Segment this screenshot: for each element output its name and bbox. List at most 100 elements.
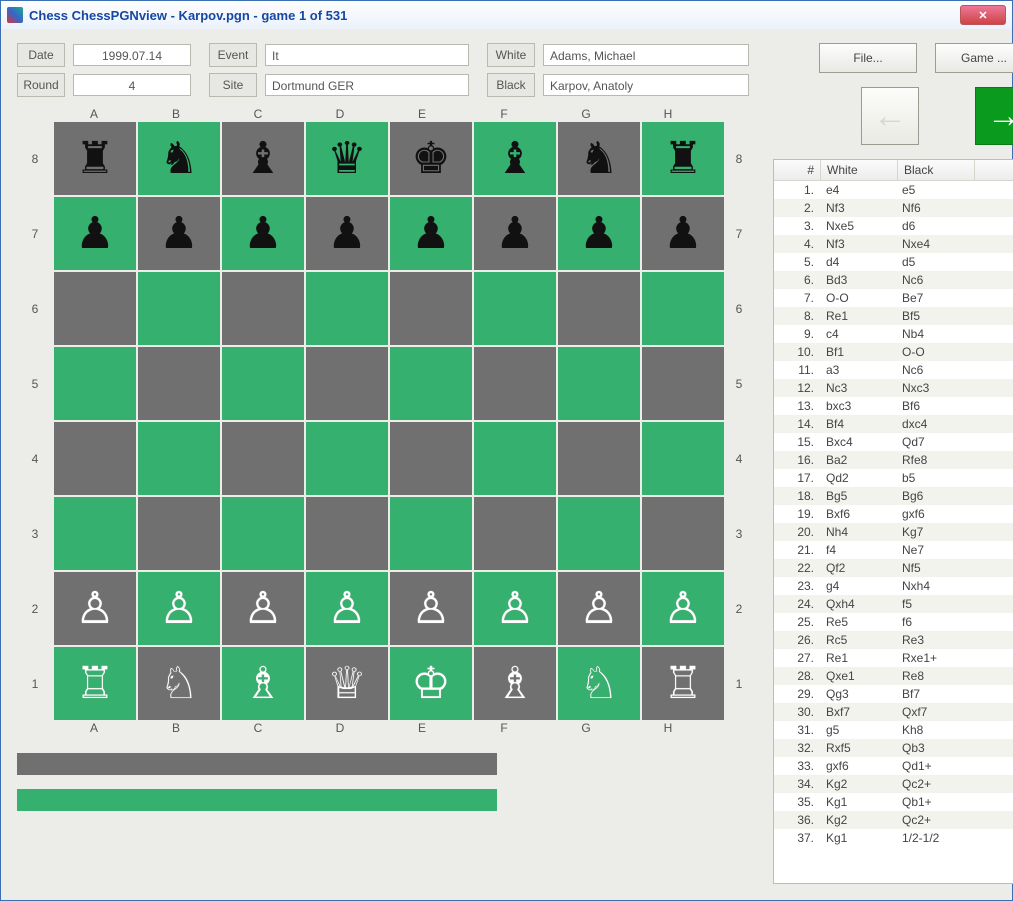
square[interactable] [474, 272, 556, 345]
white-move[interactable]: Kg2 [820, 811, 896, 829]
square[interactable] [558, 497, 640, 570]
black-move[interactable]: d6 [896, 217, 972, 235]
black-move[interactable]: gxf6 [896, 505, 972, 523]
move-row[interactable]: 28.Qxe1Re8 [774, 667, 1013, 685]
black-move[interactable]: Bf7 [896, 685, 972, 703]
square[interactable] [390, 347, 472, 420]
square[interactable] [642, 497, 724, 570]
move-row[interactable]: 19.Bxf6gxf6 [774, 505, 1013, 523]
square[interactable] [390, 497, 472, 570]
white-move[interactable]: bxc3 [820, 397, 896, 415]
square[interactable] [474, 347, 556, 420]
square[interactable]: ♞ [558, 122, 640, 195]
black-move[interactable]: Rfe8 [896, 451, 972, 469]
square[interactable]: ♘ [558, 647, 640, 720]
black-move[interactable]: Qb3 [896, 739, 972, 757]
square[interactable] [222, 497, 304, 570]
square[interactable]: ♟ [642, 197, 724, 270]
black-move[interactable]: Ne7 [896, 541, 972, 559]
white-move[interactable]: d4 [820, 253, 896, 271]
square[interactable] [306, 272, 388, 345]
white-move[interactable]: Rxf5 [820, 739, 896, 757]
white-move[interactable]: Kg1 [820, 793, 896, 811]
white-move[interactable]: Nf3 [820, 235, 896, 253]
square[interactable]: ♞ [138, 122, 220, 195]
move-row[interactable]: 10.Bf1O-O [774, 343, 1013, 361]
square[interactable] [222, 272, 304, 345]
black-move[interactable]: d5 [896, 253, 972, 271]
move-row[interactable]: 29.Qg3Bf7 [774, 685, 1013, 703]
white-move[interactable]: Rc5 [820, 631, 896, 649]
square[interactable] [222, 422, 304, 495]
white-move[interactable]: a3 [820, 361, 896, 379]
col-black[interactable]: Black [898, 160, 975, 180]
white-move[interactable]: Kg2 [820, 775, 896, 793]
move-row[interactable]: 18.Bg5Bg6 [774, 487, 1013, 505]
square[interactable] [306, 497, 388, 570]
white-move[interactable]: Kg1 [820, 829, 896, 847]
black-move[interactable]: Nxh4 [896, 577, 972, 595]
square[interactable] [54, 272, 136, 345]
black-move[interactable]: Re3 [896, 631, 972, 649]
black-move[interactable]: Nxc3 [896, 379, 972, 397]
white-move[interactable]: Bxf6 [820, 505, 896, 523]
black-move[interactable]: Qd1+ [896, 757, 972, 775]
white-move[interactable]: Qd2 [820, 469, 896, 487]
move-row[interactable]: 21.f4Ne7 [774, 541, 1013, 559]
move-row[interactable]: 27.Re1Rxe1+ [774, 649, 1013, 667]
black-move[interactable]: Bf5 [896, 307, 972, 325]
square[interactable]: ♛ [306, 122, 388, 195]
square[interactable]: ♔ [390, 647, 472, 720]
file-button[interactable]: File... [819, 43, 917, 73]
square[interactable]: ♜ [54, 122, 136, 195]
white-move[interactable]: Bxc4 [820, 433, 896, 451]
black-move[interactable]: Nc6 [896, 271, 972, 289]
move-row[interactable]: 26.Rc5Re3 [774, 631, 1013, 649]
move-row[interactable]: 22.Qf2Nf5 [774, 559, 1013, 577]
move-row[interactable]: 8.Re1Bf5 [774, 307, 1013, 325]
move-row[interactable]: 1.e4e5 [774, 181, 1013, 199]
white-move[interactable]: c4 [820, 325, 896, 343]
move-row[interactable]: 20.Nh4Kg7 [774, 523, 1013, 541]
white-move[interactable]: Re1 [820, 649, 896, 667]
square[interactable]: ♗ [222, 647, 304, 720]
square[interactable] [642, 272, 724, 345]
square[interactable]: ♙ [474, 572, 556, 645]
square[interactable]: ♟ [474, 197, 556, 270]
move-row[interactable]: 6.Bd3Nc6 [774, 271, 1013, 289]
square[interactable]: ♝ [222, 122, 304, 195]
black-move[interactable]: dxc4 [896, 415, 972, 433]
white-move[interactable]: Bf4 [820, 415, 896, 433]
move-row[interactable]: 37.Kg11/2-1/2 [774, 829, 1013, 847]
black-move[interactable]: Nf5 [896, 559, 972, 577]
next-move-button[interactable]: → [975, 87, 1013, 145]
square[interactable]: ♙ [54, 572, 136, 645]
black-move[interactable]: Bf6 [896, 397, 972, 415]
square[interactable]: ♟ [222, 197, 304, 270]
white-move[interactable]: e4 [820, 181, 896, 199]
square[interactable]: ♙ [306, 572, 388, 645]
square[interactable]: ♙ [138, 572, 220, 645]
white-move[interactable]: Qg3 [820, 685, 896, 703]
square[interactable] [54, 347, 136, 420]
move-row[interactable]: 33.gxf6Qd1+ [774, 757, 1013, 775]
square[interactable] [138, 272, 220, 345]
white-move[interactable]: Nxe5 [820, 217, 896, 235]
square[interactable] [642, 422, 724, 495]
white-move[interactable]: Ba2 [820, 451, 896, 469]
square[interactable] [54, 422, 136, 495]
move-row[interactable]: 35.Kg1Qb1+ [774, 793, 1013, 811]
white-move[interactable]: Nf3 [820, 199, 896, 217]
white-move[interactable]: g5 [820, 721, 896, 739]
square[interactable]: ♙ [222, 572, 304, 645]
move-row[interactable]: 31.g5Kh8 [774, 721, 1013, 739]
move-row[interactable]: 24.Qxh4f5 [774, 595, 1013, 613]
move-row[interactable]: 36.Kg2Qc2+ [774, 811, 1013, 829]
square[interactable]: ♟ [306, 197, 388, 270]
move-row[interactable]: 13.bxc3Bf6 [774, 397, 1013, 415]
move-row[interactable]: 17.Qd2b5 [774, 469, 1013, 487]
move-row[interactable]: 25.Re5f6 [774, 613, 1013, 631]
white-move[interactable]: Qxe1 [820, 667, 896, 685]
square[interactable]: ♗ [474, 647, 556, 720]
square[interactable]: ♟ [54, 197, 136, 270]
